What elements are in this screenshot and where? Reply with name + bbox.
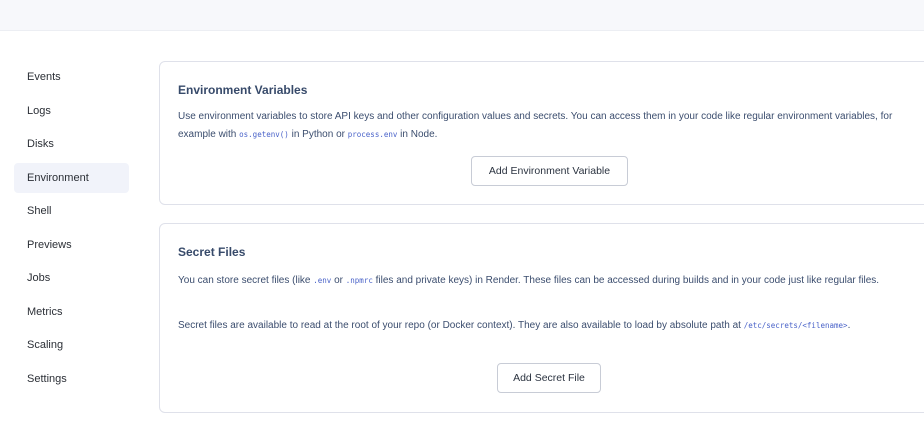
code-os-getenv: os.getenv(): [239, 130, 289, 139]
sidebar-item-previews[interactable]: Previews: [14, 230, 129, 260]
environment-variables-description: Use environment variables to store API k…: [178, 111, 893, 140]
sidebar-item-scaling[interactable]: Scaling: [14, 330, 129, 360]
secret-files-description-1: You can store secret files (like .env or…: [178, 275, 880, 286]
sidebar-item-settings[interactable]: Settings: [14, 364, 129, 394]
sidebar-item-shell[interactable]: Shell: [14, 196, 129, 226]
environment-variables-title: Environment Variables: [178, 83, 308, 97]
add-secret-file-button[interactable]: Add Secret File: [497, 363, 601, 393]
add-environment-variable-button[interactable]: Add Environment Variable: [471, 156, 628, 186]
secret-files-card: Secret Files You can store secret files …: [159, 223, 924, 413]
sidebar-item-logs[interactable]: Logs: [14, 96, 129, 126]
sidebar-item-events[interactable]: Events: [14, 62, 129, 92]
code-npmrc-file: .npmrc: [345, 276, 373, 285]
sidebar-item-metrics[interactable]: Metrics: [14, 297, 129, 327]
environment-variables-card: Environment Variables Use environment va…: [159, 61, 924, 205]
sidebar-item-disks[interactable]: Disks: [14, 129, 129, 159]
code-process-env: process.env: [347, 130, 398, 139]
sidebar-item-environment[interactable]: Environment: [14, 162, 129, 193]
secret-files-description-2: Secret files are available to read at th…: [178, 320, 851, 331]
code-secrets-path: /etc/secrets/<filename>: [743, 321, 848, 330]
sidebar-item-jobs[interactable]: Jobs: [14, 263, 129, 293]
top-bar: [0, 0, 924, 31]
code-env-file: .env: [313, 276, 332, 285]
secret-files-title: Secret Files: [178, 245, 246, 259]
sidebar-nav: Events Logs Disks Environment Shell Prev…: [14, 62, 129, 397]
